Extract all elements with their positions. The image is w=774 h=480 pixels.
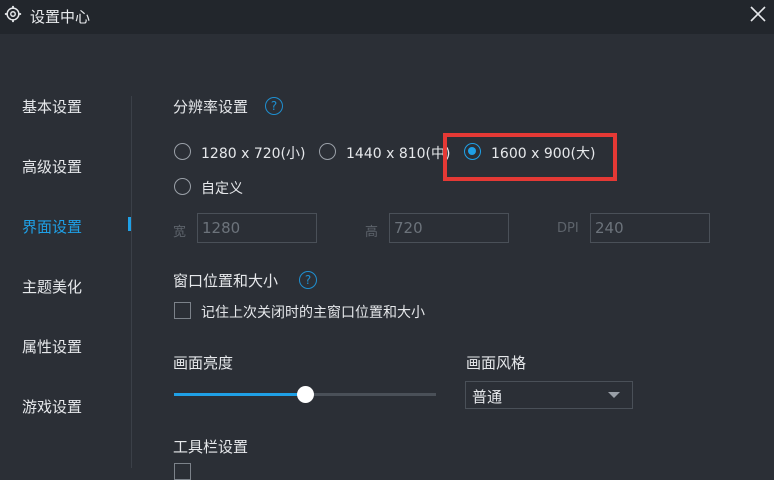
sidebar-item-advanced[interactable]: 高级设置: [22, 156, 82, 177]
sidebar-item-basic[interactable]: 基本设置: [22, 96, 82, 117]
sidebar-item-theme[interactable]: 主题美化: [22, 276, 82, 297]
brightness-slider[interactable]: [174, 386, 436, 403]
toolbar-checkbox[interactable]: [174, 463, 191, 480]
toolbar-title: 工具栏设置: [173, 438, 249, 456]
chevron-down-icon: [608, 392, 620, 398]
close-icon[interactable]: [748, 4, 768, 24]
radio-1280-label[interactable]: 1280 x 720(小): [201, 143, 305, 163]
highlight-box: [443, 133, 617, 181]
resolution-title: 分辨率设置: [173, 98, 249, 116]
title-bar: 设置中心: [0, 0, 774, 34]
height-field[interactable]: [389, 213, 509, 243]
radio-1280[interactable]: [174, 143, 191, 160]
dpi-label: DPI: [557, 221, 579, 236]
height-label: 高: [365, 225, 379, 240]
brightness-slider-fill: [174, 393, 305, 396]
width-label: 宽: [173, 225, 187, 240]
sidebar-divider: [131, 96, 132, 468]
sidebar-item-properties[interactable]: 属性设置: [22, 336, 82, 357]
dpi-field[interactable]: [590, 213, 710, 243]
brightness-title: 画面亮度: [173, 354, 234, 372]
radio-1440-label[interactable]: 1440 x 810(中): [346, 143, 450, 163]
style-select-value: 普通: [472, 388, 503, 406]
width-field[interactable]: [197, 213, 317, 243]
remember-window-checkbox[interactable]: [174, 302, 191, 319]
window-title: 设置中心: [30, 8, 91, 26]
style-select[interactable]: 普通: [465, 381, 633, 409]
window-pos-title: 窗口位置和大小: [173, 272, 279, 290]
resolution-help-icon[interactable]: ?: [265, 97, 283, 115]
remember-window-label[interactable]: 记住上次关闭时的主窗口位置和大小: [201, 302, 425, 322]
radio-custom-label[interactable]: 自定义: [201, 178, 243, 198]
radio-1440[interactable]: [319, 143, 336, 160]
radio-custom[interactable]: [174, 178, 191, 195]
brightness-slider-thumb[interactable]: [296, 386, 314, 403]
style-title: 画面风格: [466, 354, 527, 372]
gear-icon: [4, 5, 22, 23]
sidebar-item-interface[interactable]: 界面设置: [22, 216, 82, 237]
sidebar-item-game[interactable]: 游戏设置: [22, 396, 82, 417]
window-pos-help-icon[interactable]: ?: [299, 271, 317, 289]
